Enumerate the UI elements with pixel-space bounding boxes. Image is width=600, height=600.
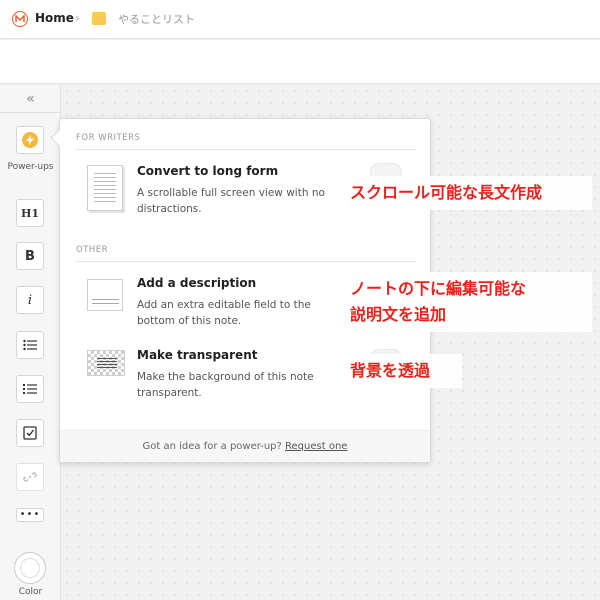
color-picker-button[interactable] bbox=[14, 552, 46, 584]
toolbar-band bbox=[0, 40, 600, 84]
add-description-title: Add a description bbox=[137, 276, 257, 290]
top-bar: Home › やることリスト bbox=[0, 0, 600, 39]
description-thumbnail-icon bbox=[87, 279, 123, 311]
make-transparent-description: Make the background of this note transpa… bbox=[137, 371, 314, 399]
request-power-up-link[interactable]: Request one bbox=[285, 441, 347, 452]
popover-footer: Got an idea for a power-up? Request one bbox=[60, 430, 430, 462]
collapse-sidebar-icon[interactable]: « bbox=[0, 85, 61, 113]
section-label-other: OTHER bbox=[76, 245, 109, 255]
transparent-thumbnail-icon bbox=[87, 350, 125, 376]
color-label: Color bbox=[18, 587, 43, 597]
long-form-thumbnail-icon bbox=[87, 165, 123, 211]
bold-button[interactable]: B bbox=[16, 242, 44, 270]
section-label-writers: FOR WRITERS bbox=[76, 133, 141, 143]
long-form-description: A scrollable full screen view with no di… bbox=[137, 187, 325, 215]
power-ups-label: Power-ups bbox=[7, 162, 54, 172]
heading-button[interactable]: H1 bbox=[16, 199, 44, 227]
more-button[interactable]: ••• bbox=[16, 508, 44, 522]
bullet-list-icon bbox=[23, 339, 37, 351]
milanote-logo-icon[interactable] bbox=[12, 11, 28, 27]
annotation-description: ノートの下に編集可能な 説明文を追加 bbox=[342, 272, 592, 332]
annotation-transparent-text: 背景を透過 bbox=[350, 361, 431, 380]
lightning-icon bbox=[22, 132, 38, 148]
numbered-list-button[interactable] bbox=[16, 375, 44, 403]
bullet-list-button[interactable] bbox=[16, 331, 44, 359]
section-divider bbox=[76, 261, 416, 262]
annotation-long-form-text: スクロール可能な長文作成 bbox=[350, 183, 543, 202]
long-form-title: Convert to long form bbox=[137, 164, 279, 178]
numbered-list-icon bbox=[23, 384, 37, 394]
power-ups-button[interactable] bbox=[16, 126, 44, 154]
make-transparent-title: Make transparent bbox=[137, 348, 258, 362]
footer-text: Got an idea for a power-up? bbox=[142, 441, 282, 452]
annotation-long-form: スクロール可能な長文作成 bbox=[342, 176, 592, 210]
breadcrumb-current-board[interactable]: やることリスト bbox=[118, 11, 195, 27]
checkbox-button[interactable] bbox=[16, 419, 44, 447]
color-swatch bbox=[20, 558, 40, 578]
checkbox-icon bbox=[23, 426, 37, 440]
board-folder-icon bbox=[92, 12, 106, 25]
link-icon bbox=[23, 472, 37, 482]
section-divider bbox=[76, 149, 416, 150]
annotation-description-line2: 説明文を追加 bbox=[350, 305, 447, 324]
annotation-description-line1: ノートの下に編集可能な bbox=[350, 279, 527, 298]
breadcrumb-home[interactable]: Home bbox=[35, 11, 74, 25]
add-description-description: Add an extra editable field to the botto… bbox=[137, 299, 311, 327]
link-button[interactable] bbox=[16, 463, 44, 491]
italic-button[interactable]: i bbox=[16, 286, 44, 314]
sidebar: « Power-ups H1 B i ••• Color bbox=[0, 85, 61, 600]
annotation-transparent: 背景を透過 bbox=[342, 354, 462, 388]
breadcrumb-separator-icon: › bbox=[75, 11, 80, 25]
